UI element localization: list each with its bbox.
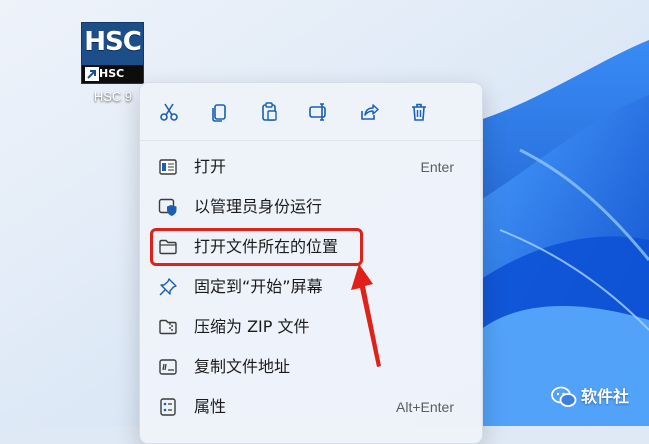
menu-item-shortcut: Enter — [420, 159, 454, 175]
delete-button[interactable] — [404, 97, 434, 127]
menu-item-open[interactable]: 打开 Enter — [146, 149, 476, 185]
menu-item-label: 打开 — [194, 157, 227, 176]
zip-folder-icon — [159, 319, 177, 335]
menu-item-copy-path[interactable]: 复制文件地址 — [146, 349, 476, 385]
paste-button[interactable] — [254, 97, 284, 127]
hsc-logo-text: HSC — [84, 27, 142, 57]
copy-path-icon — [159, 359, 177, 375]
watermark-text: 软件社 — [581, 387, 630, 406]
hsc-app-icon: HSC HSC — [81, 22, 144, 84]
properties-icon — [160, 398, 176, 416]
trash-icon — [412, 103, 426, 121]
menu-item-pin-to-start[interactable]: 固定到“开始”屏幕 — [146, 269, 476, 305]
wechat-icon — [551, 386, 577, 407]
hsc-logo-small-text: HSC — [99, 67, 125, 80]
desktop-shortcut-hsc[interactable]: HSC HSC HSC 9 — [78, 22, 144, 108]
menu-item-run-as-admin[interactable]: 以管理员身份运行 — [146, 189, 476, 225]
menu-item-label: 固定到“开始”屏幕 — [194, 277, 323, 296]
context-menu-toolbar — [140, 83, 482, 139]
paste-icon — [262, 102, 277, 121]
rename-button[interactable] — [304, 97, 334, 127]
menu-item-label: 压缩为 ZIP 文件 — [194, 317, 310, 336]
watermark: 软件社 — [551, 384, 643, 410]
menu-item-shortcut: Alt+Enter — [396, 399, 454, 415]
rename-icon — [309, 103, 326, 121]
cut-button[interactable] — [154, 97, 184, 127]
copy-icon — [212, 104, 226, 122]
menu-item-properties[interactable]: 属性 Alt+Enter — [146, 389, 476, 425]
share-button[interactable] — [354, 97, 384, 127]
highlight-box — [150, 228, 363, 266]
hsc-logo-strip: HSC — [82, 65, 143, 83]
share-icon — [361, 104, 379, 120]
menu-item-label: 以管理员身份运行 — [194, 197, 323, 216]
scissors-icon — [160, 103, 178, 121]
window-icon — [159, 159, 177, 175]
annotation-arrow-icon — [351, 264, 381, 367]
desktop-icon-label: HSC 9 — [93, 89, 133, 104]
pin-icon — [159, 278, 177, 296]
shield-icon — [158, 198, 177, 216]
menu-item-compress-zip[interactable]: 压缩为 ZIP 文件 — [146, 309, 476, 345]
shortcut-arrow-icon — [85, 67, 99, 81]
copy-button[interactable] — [204, 97, 234, 127]
menu-item-label: 属性 — [194, 397, 227, 416]
menu-separator — [140, 140, 482, 141]
menu-item-label: 复制文件地址 — [194, 357, 291, 376]
